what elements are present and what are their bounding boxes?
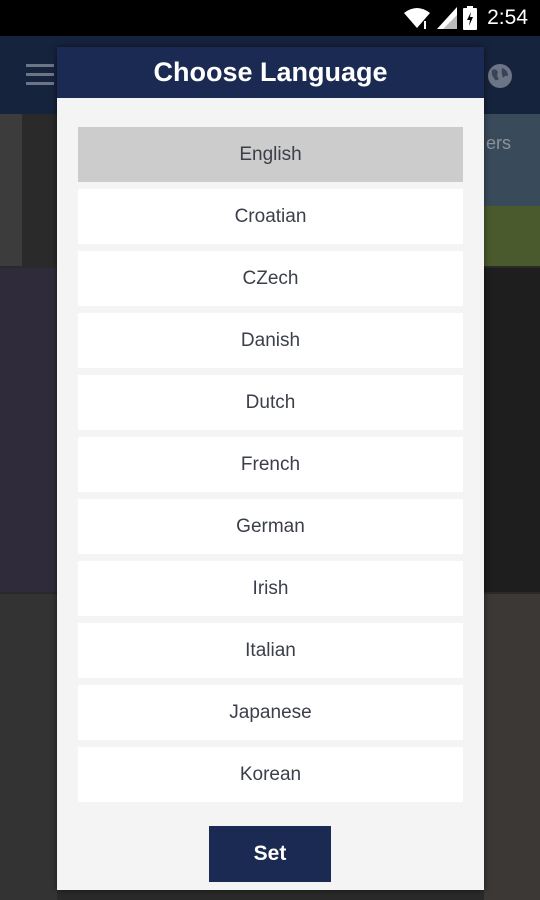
status-icons: 2:54 xyxy=(403,5,528,31)
bg-photo xyxy=(484,594,540,900)
language-item-irish[interactable]: Irish xyxy=(78,561,463,616)
signal-icon xyxy=(437,7,458,29)
language-item-italian[interactable]: Italian xyxy=(78,623,463,678)
bg-photo xyxy=(484,206,540,266)
battery-icon xyxy=(463,6,478,30)
language-item-dutch[interactable]: Dutch xyxy=(78,375,463,430)
language-item-korean[interactable]: Korean xyxy=(78,747,463,802)
bg-photo xyxy=(0,268,57,592)
bg-photo xyxy=(484,268,540,592)
language-list: English Croatian CZech Danish Dutch Fren… xyxy=(78,127,463,809)
language-item-czech[interactable]: CZech xyxy=(78,251,463,306)
bg-photo xyxy=(0,594,57,900)
status-time: 2:54 xyxy=(487,6,528,29)
menu-icon[interactable] xyxy=(26,64,54,86)
language-item-german[interactable]: German xyxy=(78,499,463,554)
bg-photo xyxy=(0,114,22,266)
language-item-english[interactable]: English xyxy=(78,127,463,182)
dialog-title: Choose Language xyxy=(153,57,388,87)
wifi-icon xyxy=(404,8,431,29)
language-item-croatian[interactable]: Croatian xyxy=(78,189,463,244)
globe-icon[interactable] xyxy=(486,62,514,90)
language-item-french[interactable]: French xyxy=(78,437,463,492)
language-item-danish[interactable]: Danish xyxy=(78,313,463,368)
background-tab-label: ers xyxy=(486,133,512,153)
language-item-japanese[interactable]: Japanese xyxy=(78,685,463,740)
status-bar: 2:54 xyxy=(0,0,540,36)
set-button[interactable]: Set xyxy=(209,826,331,882)
dialog-header: Choose Language xyxy=(57,47,484,98)
language-dialog: Choose Language English Croatian CZech D… xyxy=(57,47,484,890)
